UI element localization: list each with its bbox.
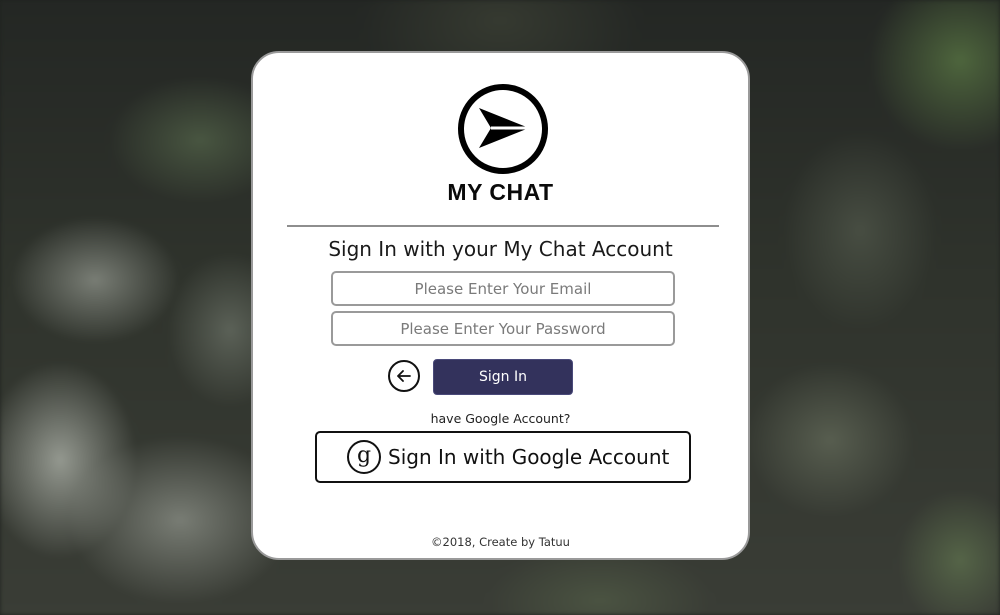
google-g-icon: g [347, 440, 381, 474]
google-sign-in-button[interactable]: g Sign In with Google Account [315, 431, 691, 483]
email-field[interactable] [331, 271, 675, 306]
login-card: MY CHAT Sign In with your My Chat Accoun… [251, 51, 750, 560]
send-arrow-icon [457, 83, 549, 175]
brand-name: MY CHAT [447, 179, 554, 205]
google-sign-in-label: Sign In with Google Account [388, 445, 670, 469]
arrow-left-icon [397, 370, 411, 382]
divider [287, 225, 719, 227]
login-heading: Sign In with your My Chat Account [328, 237, 673, 261]
google-hint: have Google Account? [430, 411, 571, 426]
footer-copyright: ©2018, Create by Tatuu [431, 535, 570, 549]
password-field[interactable] [331, 311, 675, 346]
back-button[interactable] [388, 360, 420, 392]
sign-in-button[interactable]: Sign In [433, 359, 573, 395]
